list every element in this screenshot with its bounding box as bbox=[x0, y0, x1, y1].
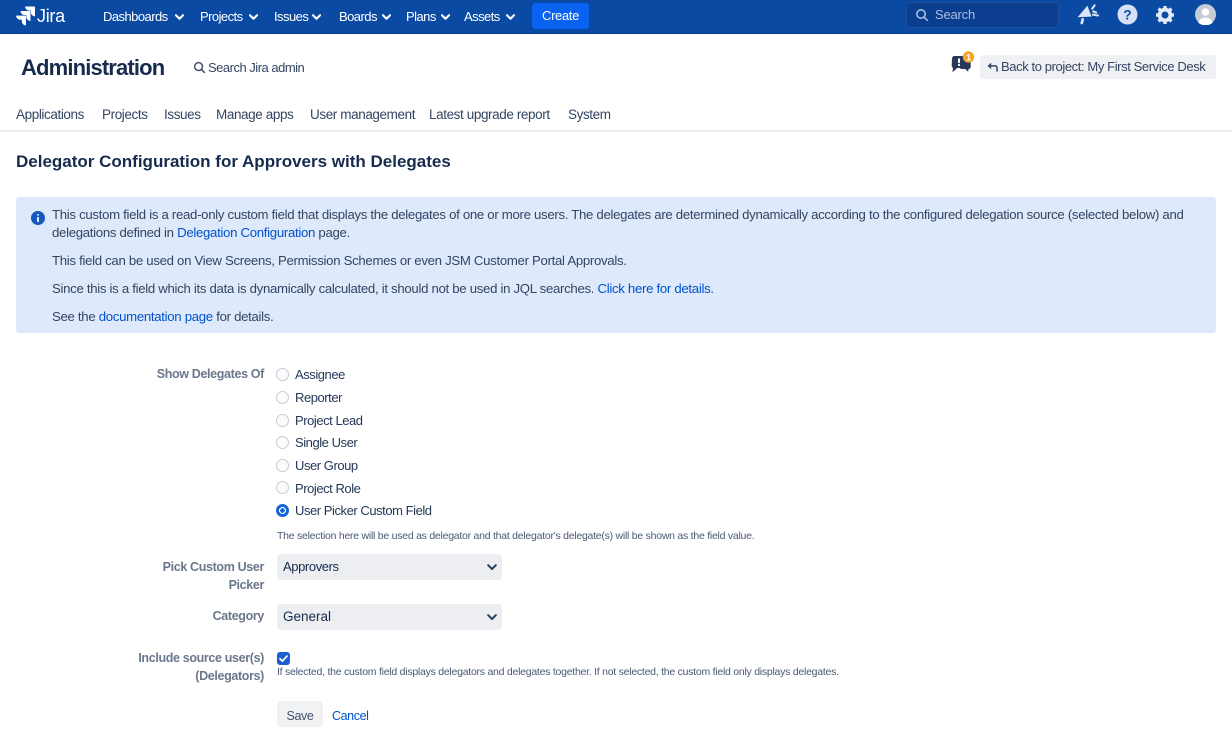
svg-text:?: ? bbox=[1123, 7, 1131, 22]
svg-text:1: 1 bbox=[966, 52, 972, 63]
